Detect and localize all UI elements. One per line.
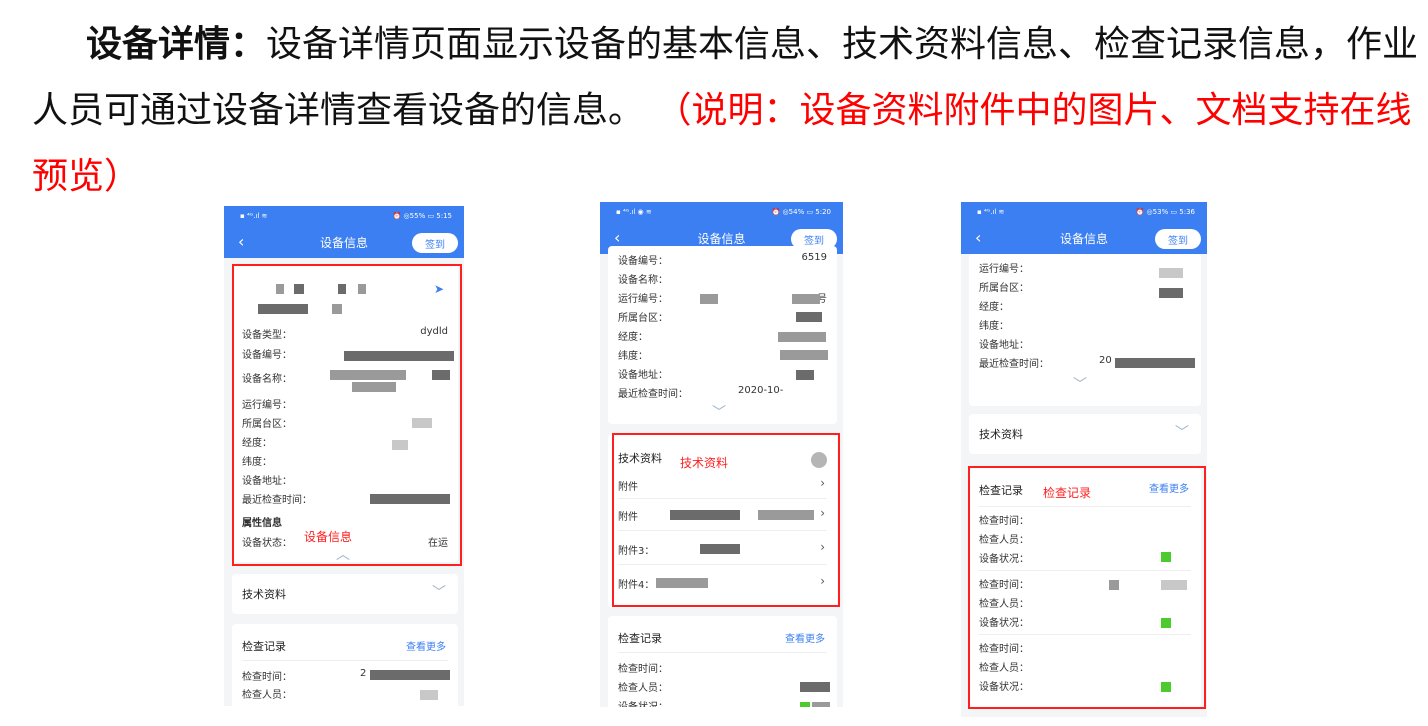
device-code-value: 6519 — [801, 252, 827, 263]
inspection-row-label: 检查人员： — [618, 683, 668, 694]
status-right: ⏰ ◎55% ▭ 5:15 — [392, 212, 452, 220]
field-label: 设备编号： — [618, 256, 668, 267]
field-label: 设备名称： — [618, 275, 668, 286]
field-label: 所属台区： — [618, 313, 668, 324]
chevron-down-icon[interactable]: ﹀ — [1073, 374, 1087, 394]
status-bar: ▪ ⁴ᴳ.ıl ≋ ⏰ ◎55% ▭ 5:15 — [224, 206, 464, 226]
field-label: 经度： — [618, 332, 648, 343]
device-info-card: 设备编号： 6519 设备名称： 运行编号：号 所属台区： 经度： 纬度： 设备地… — [608, 246, 837, 424]
intro-paragraph: 设备详情：设备详情页面显示设备的基本信息、技术资料信息、检查记录信息，作业人员可… — [32, 12, 1422, 210]
signin-button[interactable]: 签到 — [1155, 229, 1201, 249]
annotation-label: 设备信息 — [304, 530, 353, 544]
field-label: 设备地址： — [979, 340, 1029, 351]
status-bar: ▪ ⁴ᴳ.ıl ≋ ⏰ ◎53% ▭ 5:36 — [961, 202, 1207, 222]
paragraph-bold-title: 设备详情： — [86, 24, 267, 65]
field-label: 运行编号： — [618, 294, 668, 305]
nav-title: 设备信息 — [319, 235, 368, 250]
annotation-box — [232, 264, 462, 566]
device-info-card: 运行编号： 所属台区： 经度： 纬度： 设备地址： 最近检查时间： 20 ﹀ — [969, 254, 1201, 406]
field-label: 经度： — [979, 302, 1009, 313]
chevron-down-icon[interactable]: ﹀ — [1175, 422, 1189, 442]
last-inspection-value: 20 — [1099, 355, 1112, 366]
tech-docs-card[interactable]: 技术资料 ﹀ — [969, 414, 1201, 454]
chevron-down-icon[interactable]: ﹀ — [432, 582, 446, 602]
tech-docs-card[interactable]: 技术资料 ﹀ — [232, 574, 458, 614]
status-right: ⏰ ◎54% ▭ 5:20 — [771, 208, 831, 216]
inspection-person-label: 检查人员： — [242, 690, 292, 701]
tech-docs-title: 技术资料 — [979, 428, 1023, 441]
field-label: 运行编号： — [979, 264, 1029, 275]
inspection-row-label: 设备状况： — [618, 698, 668, 707]
chevron-down-icon[interactable]: ﹀ — [712, 402, 726, 422]
status-left: ▪ ⁴ᴳ.ıl ≋ — [977, 208, 1005, 216]
status-right: ⏰ ◎53% ▭ 5:36 — [1135, 208, 1195, 216]
phone-screenshot-tech-docs: ▪ ⁴ᴳ.ıl ◉ ≋ ⏰ ◎54% ▭ 5:20 ‹ 设备信息 签到 设备编号… — [600, 202, 843, 707]
field-label: 最近检查时间： — [618, 389, 688, 400]
nav-bar: ‹ 设备信息 签到 — [961, 222, 1207, 254]
view-more-link[interactable]: 查看更多 — [785, 630, 825, 645]
inspection-row-label: 检查时间： — [618, 664, 668, 675]
phone-screenshot-inspection: ▪ ⁴ᴳ.ıl ≋ ⏰ ◎53% ▭ 5:36 ‹ 设备信息 签到 运行编号： … — [961, 202, 1207, 717]
last-inspection-value: 2020-10- — [738, 385, 784, 396]
back-icon[interactable]: ‹ — [975, 228, 981, 247]
field-label: 纬度： — [618, 351, 648, 362]
status-bar: ▪ ⁴ᴳ.ıl ◉ ≋ ⏰ ◎54% ▭ 5:20 — [600, 202, 843, 222]
annotation-box — [968, 466, 1206, 709]
back-icon[interactable]: ‹ — [614, 228, 620, 247]
field-label: 纬度： — [979, 321, 1009, 332]
inspection-card: 检查记录 查看更多 检查时间： 检查人员： 设备状况： — [608, 616, 837, 707]
field-label: 所属台区： — [979, 283, 1029, 294]
signin-button[interactable]: 签到 — [412, 233, 458, 253]
field-label: 设备地址： — [618, 370, 668, 381]
status-left: ▪ ⁴ᴳ.ıl ◉ ≋ — [616, 208, 652, 216]
phone-screenshot-device-info: ▪ ⁴ᴳ.ıl ≋ ⏰ ◎55% ▭ 5:15 ‹ 设备信息 签到 ➤ 设备类型… — [224, 206, 464, 706]
inspection-title: 检查记录 — [618, 632, 662, 645]
inspection-card: 检查记录 查看更多 检查时间： 2 检查人员： — [232, 624, 458, 706]
annotation-label: 检查记录 — [1043, 486, 1092, 500]
nav-title: 设备信息 — [697, 231, 746, 246]
nav-bar: ‹ 设备信息 签到 — [224, 226, 464, 258]
view-more-link[interactable]: 查看更多 — [406, 638, 446, 653]
inspection-time-label: 检查时间： — [242, 672, 292, 683]
inspection-title: 检查记录 — [242, 640, 286, 653]
back-icon[interactable]: ‹ — [238, 232, 244, 251]
field-label: 最近检查时间： — [979, 359, 1049, 370]
inspection-time-value: 2 — [360, 668, 367, 679]
nav-title: 设备信息 — [1059, 231, 1108, 246]
status-left: ▪ ⁴ᴳ.ıl ≋ — [240, 212, 268, 220]
tech-docs-title: 技术资料 — [242, 588, 286, 601]
annotation-label: 技术资料 — [680, 456, 729, 470]
